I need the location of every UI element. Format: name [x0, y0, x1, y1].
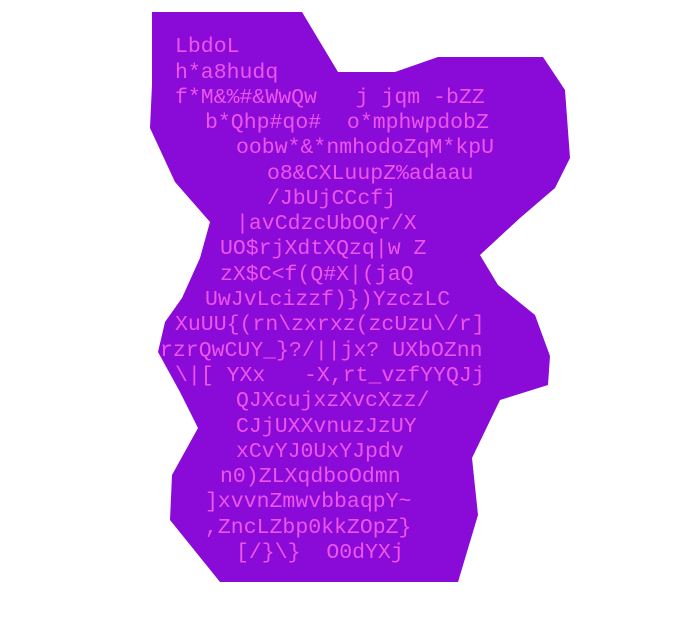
- ascii-line: ]xvvnZmwvbbaqpY~: [205, 490, 411, 514]
- ascii-line: \|[ YXx -X,rt_vzfYYQJj: [175, 364, 485, 388]
- ascii-line: n0)ZLXqdboOdmn: [220, 465, 401, 489]
- ascii-line: h*a8hudq: [175, 61, 278, 85]
- ascii-line: o8&CXLuupZ%adaau: [267, 162, 473, 186]
- ascii-line: UO$rjXdtXQzq|w Z: [220, 237, 427, 261]
- ascii-line: b*Qhp#qo# o*mphwpdobZ: [205, 111, 489, 135]
- ascii-line: rzrQwCUY_}?/||jx? UXbOZnn: [160, 339, 483, 363]
- ascii-line: [/}\} O0dYXj: [236, 541, 404, 565]
- ascii-line: UwJvLcizzf)})YzczLC: [205, 288, 450, 312]
- ascii-art-canvas: LbdoL h*a8hudq f*M&%#&WwQw j jqm -bZZ b*…: [150, 12, 570, 582]
- ascii-line: ,ZncLZbp0kkZOpZ}: [205, 516, 411, 540]
- ascii-line: oobw*&*nmhodoZqM*kpU: [236, 136, 494, 160]
- ascii-line: QJXcujxzXvcXzz/: [236, 389, 430, 413]
- ascii-line: /JbUjCCcfj: [267, 187, 396, 211]
- ascii-line: f*M&%#&WwQw j jqm -bZZ: [175, 86, 485, 110]
- ascii-line: |avCdzcUbOQr/X: [236, 212, 417, 236]
- ascii-line: CJjUXXvnuzJzUY: [236, 415, 417, 439]
- ascii-line: XuUU{(rn\zxrxz(zcUzu\/r]: [175, 313, 485, 337]
- ascii-line: LbdoL: [175, 35, 240, 59]
- ascii-line: zX$C<f(Q#X|(jaQ: [220, 263, 414, 287]
- ascii-line: xCvYJ0UxYJpdv: [236, 440, 404, 464]
